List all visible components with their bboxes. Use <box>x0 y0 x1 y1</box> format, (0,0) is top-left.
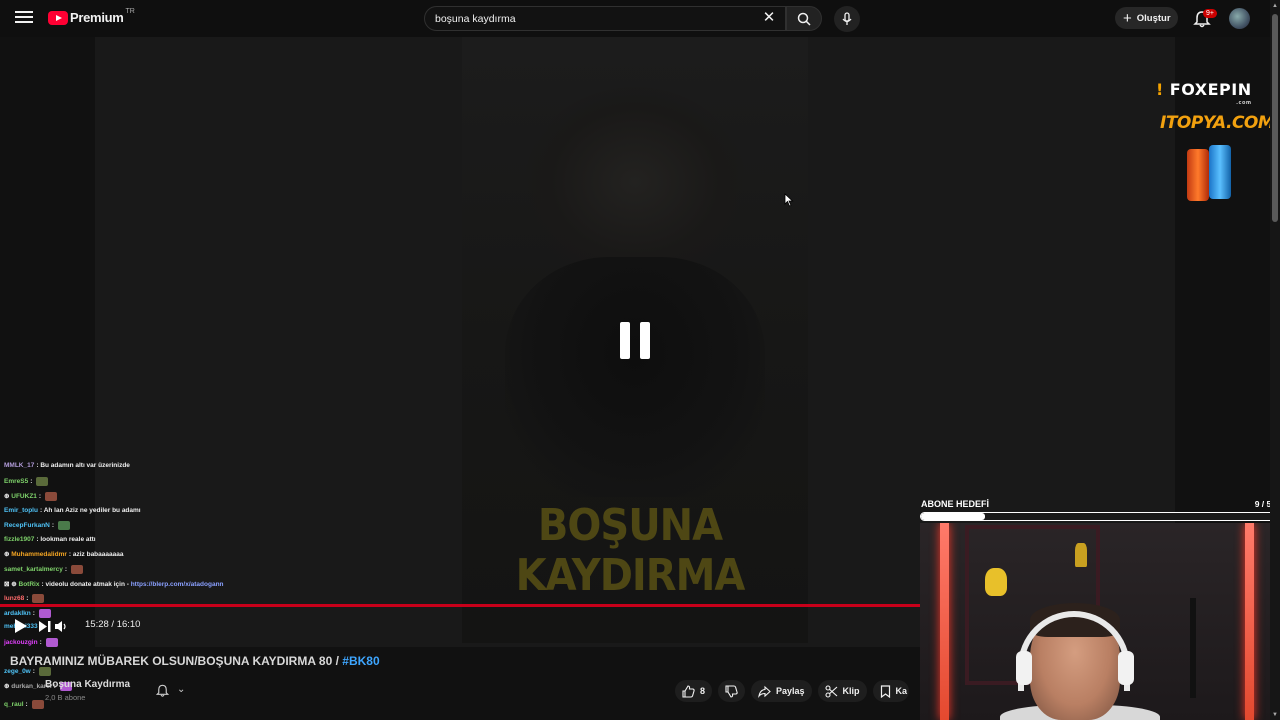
pause-icon[interactable] <box>620 322 651 359</box>
logo-text: Premium <box>70 10 124 25</box>
stream-chat-overlay: MMLK_17: Bu adamın altı var üzerinizde E… <box>0 462 270 720</box>
trophy-figure <box>1075 543 1087 567</box>
subscription-bell-icon[interactable] <box>155 683 170 698</box>
top-bar: Premium TR boşuna kaydırma ✕ + Oluştur 9+ <box>0 0 1270 37</box>
sponsor-logos: ! FOXEPIN .com ITOPYA.COM <box>1150 73 1270 203</box>
time-display: 15:28 / 16:10 <box>85 619 141 630</box>
youtube-premium-logo[interactable]: Premium TR <box>48 8 135 25</box>
streamer-webcam <box>920 523 1270 720</box>
voice-search-button[interactable] <box>834 6 860 32</box>
search-button[interactable] <box>786 6 822 31</box>
headset-cup-left <box>1016 651 1032 685</box>
search-icon <box>797 12 811 26</box>
scroll-down-icon[interactable]: ▼ <box>1272 712 1278 718</box>
poster-figure-head <box>525 87 745 277</box>
youtube-icon <box>48 10 68 25</box>
save-label: Ka <box>895 686 908 696</box>
subscriber-goal: ABONE HEDEFİ 9 / 50 <box>920 497 1270 525</box>
video-player[interactable]: BOŞUNA KAYDIRMA ! FOXEPIN .com ITOPYA.COM … <box>0 37 1270 720</box>
menu-button[interactable] <box>12 8 36 28</box>
goal-progress-bar <box>920 512 1270 521</box>
chat-message: fizzle1907: lookman reale attı <box>4 536 96 543</box>
clip-label: Klip <box>842 686 860 696</box>
foxepin-logo: ! FOXEPIN .com <box>1156 80 1252 106</box>
chat-message: lunz68: <box>4 594 45 603</box>
like-button[interactable]: 8 <box>675 680 713 702</box>
create-button[interactable]: + Oluştur <box>1115 7 1178 29</box>
mouse-cursor-icon <box>784 193 794 207</box>
plus-icon: + <box>1123 9 1132 27</box>
scrollbar-thumb[interactable] <box>1272 14 1278 222</box>
subscriber-count: 2,0 B abone <box>45 693 86 702</box>
microphone-arm <box>1190 598 1220 698</box>
clear-search-icon[interactable]: ✕ <box>760 10 778 28</box>
pikachu-figure <box>985 568 1007 596</box>
itopya-logo: ITOPYA.COM <box>1160 113 1270 133</box>
search-input[interactable]: boşuna kaydırma <box>424 6 786 31</box>
goal-label: ABONE HEDEFİ <box>921 499 990 509</box>
like-count: 8 <box>700 686 706 696</box>
create-label: Oluştur <box>1136 12 1171 24</box>
thumbs-down-icon <box>725 684 738 698</box>
clip-button[interactable]: Klip <box>817 680 867 702</box>
chat-message: EmreS5: <box>4 477 49 486</box>
poster-figure-body <box>505 257 765 497</box>
page-scrollbar[interactable]: ▲ ▼ <box>1270 0 1280 720</box>
play-icon[interactable] <box>15 619 27 633</box>
poster-title-line2: KAYDIRMA <box>515 551 746 601</box>
next-video-icon[interactable] <box>38 620 52 633</box>
chat-message: ⊕ Muhammedalidmr: aziz babaaaaaaa <box>4 551 124 558</box>
account-avatar[interactable] <box>1229 8 1250 29</box>
hashtag-link[interactable]: #BK80 <box>342 654 379 668</box>
channel-name[interactable]: Boşuna Kaydırma <box>45 679 130 690</box>
chat-message: ⊠ ⊕ BotRix: videolu donate atmak için - … <box>4 581 224 588</box>
goal-progress-fill <box>921 513 986 520</box>
scissors-icon <box>824 684 837 698</box>
notification-badge: 9+ <box>1203 9 1217 18</box>
microphone-icon <box>842 12 852 25</box>
player-controls: 15:28 / 16:10 <box>0 612 920 642</box>
neon-light-left <box>940 523 949 720</box>
share-icon <box>758 685 771 698</box>
chat-message: MMLK_17: Bu adamın altı var üzerinizde <box>4 462 130 469</box>
chat-message: ⊕ UFUKZ1: <box>4 492 57 501</box>
chat-message: RecepFurkanN: <box>4 521 70 530</box>
scroll-up-icon[interactable]: ▲ <box>1272 3 1278 9</box>
headset-cup-right <box>1118 651 1134 685</box>
video-title: BAYRAMINIZ MÜBAREK OLSUN/BOŞUNA KAYDIRMA… <box>10 654 380 668</box>
dislike-button[interactable] <box>718 680 746 702</box>
region-code: TR <box>125 8 135 15</box>
share-label: Paylaş <box>776 686 805 696</box>
neon-light-right <box>1245 523 1254 720</box>
video-progress-bar[interactable] <box>0 604 920 607</box>
chat-message: zege_0w: <box>4 667 51 676</box>
share-button[interactable]: Paylaş <box>751 680 812 702</box>
chat-message: Emir_toplu: Ah lan Aziz ne yediler bu ad… <box>4 507 141 514</box>
volume-icon[interactable] <box>54 620 68 633</box>
chat-message: samet_kartalmercy: <box>4 565 83 574</box>
poster-title: BOŞUNA KAYDIRMA <box>510 501 750 600</box>
bookmark-icon <box>880 684 890 698</box>
goal-count: 9 / 50 <box>1254 499 1270 509</box>
video-actions: 8 Paylaş Klip Ka <box>675 677 915 705</box>
energy-drink-cans <box>1187 145 1235 201</box>
poster-title-line1: BOŞUNA <box>537 501 723 551</box>
thumbs-up-icon <box>682 684 695 698</box>
search-value: boşuna kaydırma <box>435 12 516 25</box>
chevron-down-icon[interactable]: ⌄ <box>177 684 185 695</box>
save-button[interactable]: Ka <box>872 680 910 702</box>
chat-message: q_raul: <box>4 700 44 709</box>
